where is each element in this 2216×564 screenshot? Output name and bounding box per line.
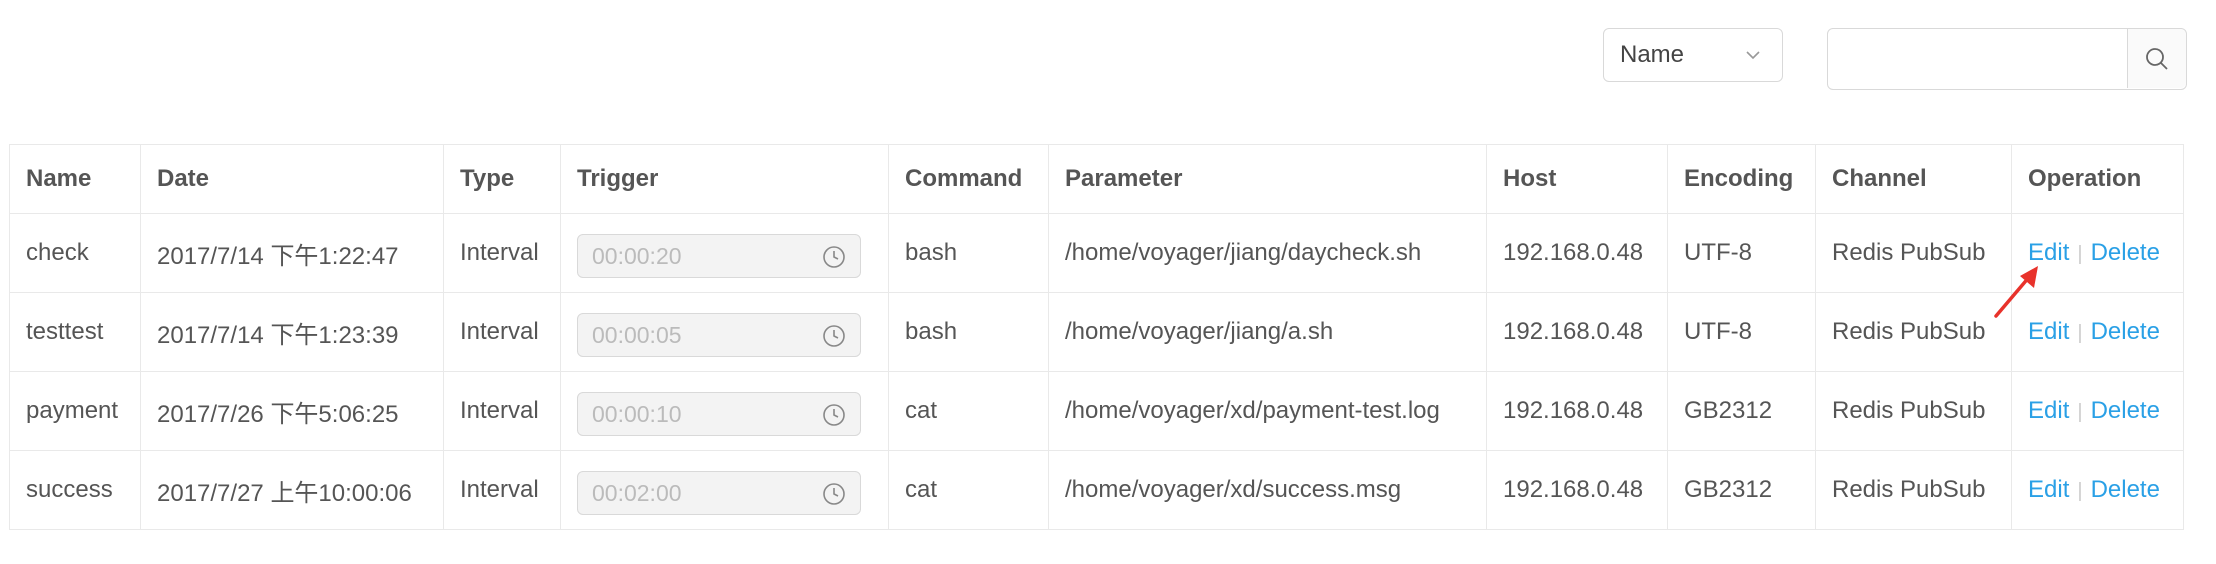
column-header-channel[interactable]: Channel	[1815, 144, 2012, 214]
table-row: success 2017/7/27 上午10:00:06 Interval 00…	[9, 450, 2184, 530]
cell-name: check	[9, 213, 141, 293]
cell-trigger: 00:00:20	[560, 213, 889, 293]
cell-parameter: /home/voyager/xd/payment-test.log	[1048, 371, 1487, 451]
search-input[interactable]	[1828, 29, 2128, 87]
cell-channel: Redis PubSub	[1815, 450, 2012, 530]
trigger-time-picker[interactable]: 00:02:00	[577, 471, 861, 515]
cell-name: testtest	[9, 292, 141, 372]
trigger-value: 00:02:00	[592, 480, 682, 506]
cell-parameter: /home/voyager/xd/success.msg	[1048, 450, 1487, 530]
search-box	[1827, 28, 2187, 90]
cell-command: cat	[888, 450, 1049, 530]
chevron-down-icon	[1746, 51, 1760, 60]
column-header-operation[interactable]: Operation	[2011, 144, 2184, 214]
trigger-value: 00:00:10	[592, 401, 682, 427]
cell-trigger: 00:00:10	[560, 371, 889, 451]
toolbar: Name	[0, 28, 2216, 92]
cell-host: 192.168.0.48	[1486, 213, 1668, 293]
column-header-parameter[interactable]: Parameter	[1048, 144, 1487, 214]
cell-trigger: 00:00:05	[560, 292, 889, 372]
column-header-encoding[interactable]: Encoding	[1667, 144, 1816, 214]
cell-channel: Redis PubSub	[1815, 213, 2012, 293]
cell-parameter: /home/voyager/jiang/daycheck.sh	[1048, 213, 1487, 293]
operation-separator: |	[2077, 401, 2083, 423]
filter-field-select[interactable]: Name	[1603, 28, 1783, 82]
operation-separator: |	[2077, 243, 2083, 265]
cell-host: 192.168.0.48	[1486, 371, 1668, 451]
trigger-time-picker[interactable]: 00:00:20	[577, 234, 861, 278]
column-header-host[interactable]: Host	[1486, 144, 1668, 214]
cell-encoding: GB2312	[1667, 371, 1816, 451]
table-row: payment 2017/7/26 下午5:06:25 Interval 00:…	[9, 371, 2184, 451]
cell-host: 192.168.0.48	[1486, 450, 1668, 530]
cell-date: 2017/7/14 下午1:23:39	[140, 292, 444, 372]
operation-separator: |	[2077, 322, 2083, 344]
edit-link[interactable]: Edit	[2028, 397, 2069, 424]
clock-icon	[823, 246, 845, 268]
cell-date: 2017/7/14 下午1:22:47	[140, 213, 444, 293]
cell-channel: Redis PubSub	[1815, 292, 2012, 372]
trigger-value: 00:00:20	[592, 243, 682, 269]
search-button[interactable]	[2127, 29, 2186, 88]
cell-name: payment	[9, 371, 141, 451]
jobs-table: Name Date Type Trigger Command Parameter…	[9, 144, 2184, 530]
cell-date: 2017/7/26 下午5:06:25	[140, 371, 444, 451]
red-arrow-icon	[1994, 266, 2038, 318]
column-header-name[interactable]: Name	[9, 144, 141, 214]
cell-channel: Redis PubSub	[1815, 371, 2012, 451]
cell-encoding: GB2312	[1667, 450, 1816, 530]
edit-link[interactable]: Edit	[2028, 476, 2069, 503]
operation-separator: |	[2077, 480, 2083, 502]
cell-command: bash	[888, 292, 1049, 372]
column-header-trigger[interactable]: Trigger	[560, 144, 889, 214]
cell-host: 192.168.0.48	[1486, 292, 1668, 372]
column-header-date[interactable]: Date	[140, 144, 444, 214]
table-row: check 2017/7/14 下午1:22:47 Interval 00:00…	[9, 213, 2184, 293]
search-icon	[2146, 47, 2168, 70]
table-row: testtest 2017/7/14 下午1:23:39 Interval 00…	[9, 292, 2184, 372]
cell-name: success	[9, 450, 141, 530]
cell-date: 2017/7/27 上午10:00:06	[140, 450, 444, 530]
cell-type: Interval	[443, 450, 561, 530]
cell-parameter: /home/voyager/jiang/a.sh	[1048, 292, 1487, 372]
cell-encoding: UTF-8	[1667, 213, 1816, 293]
cell-command: bash	[888, 213, 1049, 293]
delete-link[interactable]: Delete	[2091, 397, 2160, 424]
filter-selected-label: Name	[1620, 41, 1685, 68]
trigger-value: 00:00:05	[592, 322, 682, 348]
cell-operation: Edit | Delete	[2011, 371, 2184, 451]
clock-icon	[823, 483, 845, 505]
cell-type: Interval	[443, 292, 561, 372]
cell-type: Interval	[443, 371, 561, 451]
delete-link[interactable]: Delete	[2091, 476, 2160, 503]
cell-operation: Edit | Delete	[2011, 450, 2184, 530]
edit-link[interactable]: Edit	[2028, 318, 2069, 345]
column-header-type[interactable]: Type	[443, 144, 561, 214]
cell-trigger: 00:02:00	[560, 450, 889, 530]
trigger-time-picker[interactable]: 00:00:10	[577, 392, 861, 436]
trigger-time-picker[interactable]: 00:00:05	[577, 313, 861, 357]
cell-encoding: UTF-8	[1667, 292, 1816, 372]
cell-command: cat	[888, 371, 1049, 451]
clock-icon	[823, 325, 845, 347]
table-header-row: Name Date Type Trigger Command Parameter…	[9, 144, 2184, 214]
column-header-command[interactable]: Command	[888, 144, 1049, 214]
delete-link[interactable]: Delete	[2091, 239, 2160, 266]
delete-link[interactable]: Delete	[2091, 318, 2160, 345]
clock-icon	[823, 404, 845, 426]
cell-type: Interval	[443, 213, 561, 293]
